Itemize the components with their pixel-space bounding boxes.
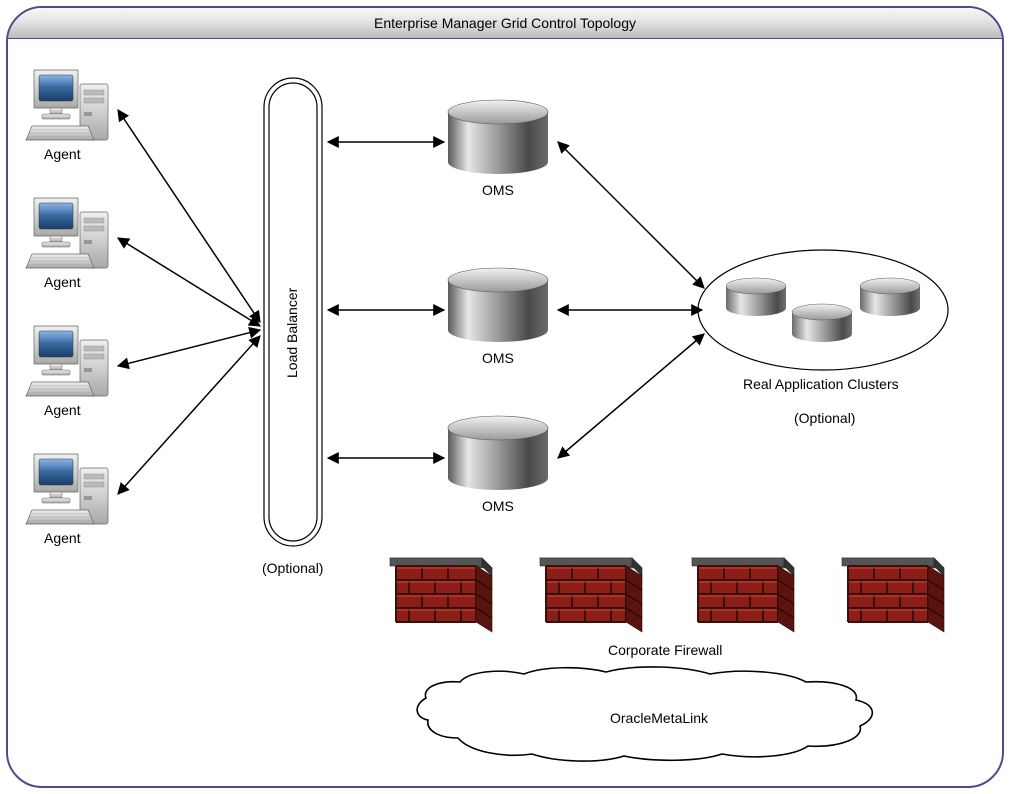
arrow-agent4-lb: [118, 336, 260, 494]
oms-group: [448, 100, 548, 490]
arrow-agent2-lb: [118, 238, 260, 326]
load-balancer-note: (Optional): [262, 560, 323, 576]
connectors: [118, 110, 704, 494]
agent-group: [26, 70, 108, 524]
agent-3-icon: [26, 326, 108, 396]
firewall-group: [390, 558, 944, 632]
arrow-oms3-rac: [558, 334, 704, 458]
agent-1-icon: [26, 70, 108, 140]
oms-2-icon: [448, 268, 548, 342]
firewall-1-icon: [390, 558, 492, 632]
topology-frame: Enterprise Manager Grid Control Topology: [6, 6, 1004, 788]
oms-3-label: OMS: [482, 498, 514, 514]
agent-1-label: Agent: [44, 146, 81, 162]
oms-2-label: OMS: [482, 350, 514, 366]
firewall-2-icon: [540, 558, 642, 632]
agent-4-icon: [26, 454, 108, 524]
oms-1-label: OMS: [482, 182, 514, 198]
agent-3-label: Agent: [44, 402, 81, 418]
arrow-oms1-rac: [558, 142, 704, 288]
firewall-3-icon: [692, 558, 794, 632]
agent-2-label: Agent: [44, 274, 81, 290]
diagram-title: Enterprise Manager Grid Control Topology: [8, 8, 1002, 39]
agent-2-icon: [26, 198, 108, 268]
rac-note: (Optional): [794, 410, 855, 426]
agent-4-label: Agent: [44, 530, 81, 546]
oms-3-icon: [448, 416, 548, 490]
firewall-4-icon: [842, 558, 944, 632]
firewall-label: Corporate Firewall: [608, 642, 722, 658]
cloud-label: OracleMetaLink: [610, 710, 708, 726]
arrow-agent1-lb: [118, 110, 260, 322]
rac-label: Real Application Clusters: [743, 376, 899, 392]
load-balancer-label: Load Balancer: [284, 288, 300, 378]
oms-1-icon: [448, 100, 548, 174]
rac-cluster-icon: [698, 250, 948, 370]
diagram-canvas: Agent Agent Agent Agent Load Balancer (O…: [8, 38, 1002, 786]
